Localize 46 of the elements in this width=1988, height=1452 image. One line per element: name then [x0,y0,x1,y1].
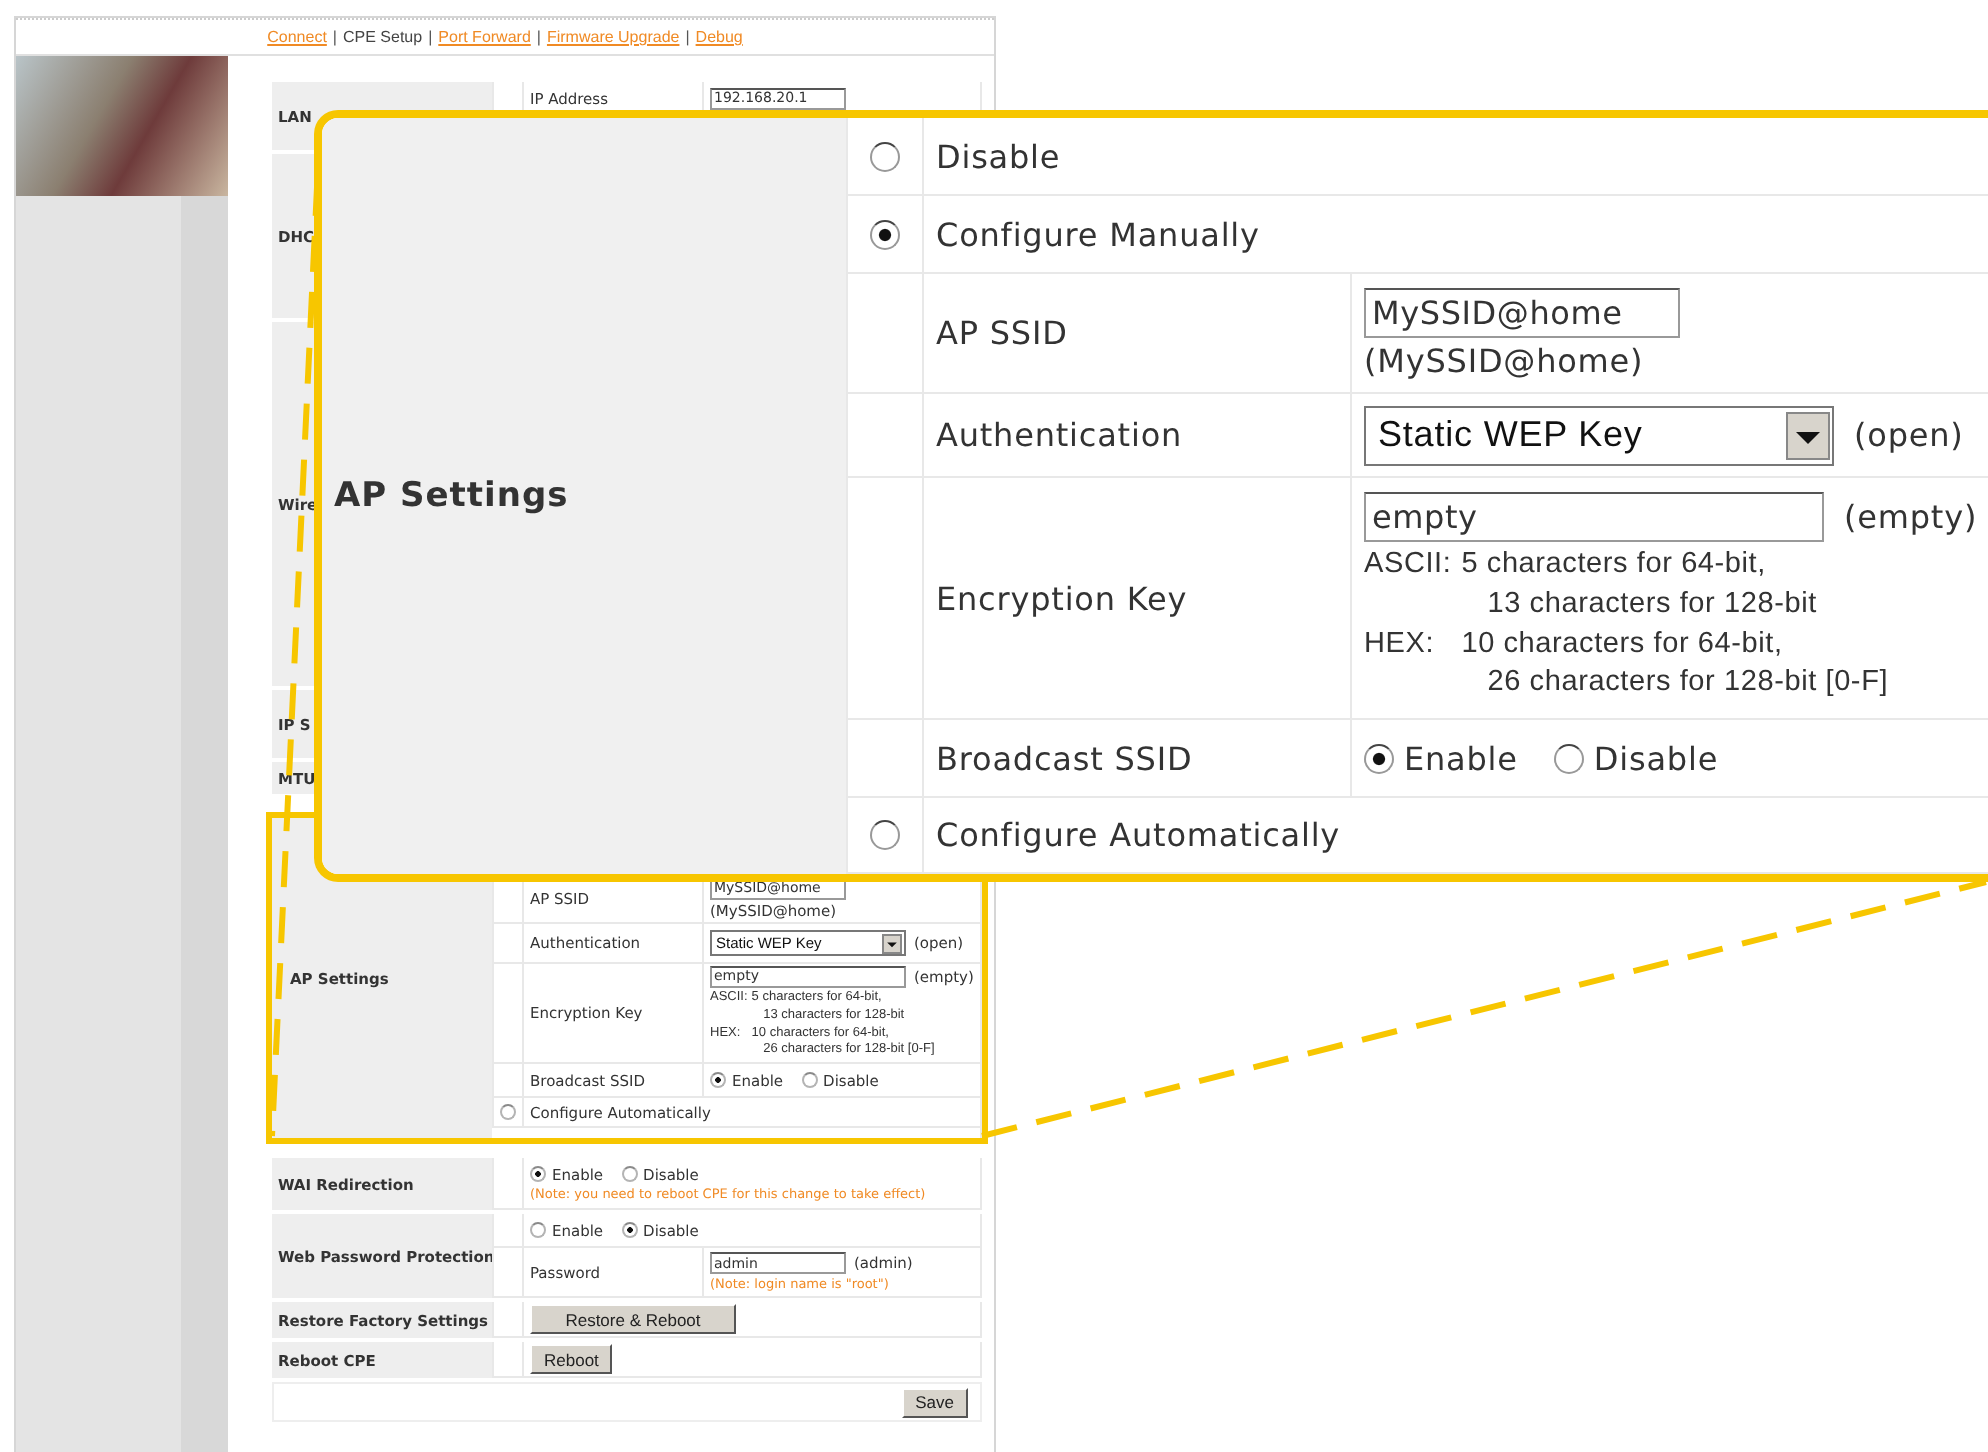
hint-text: 10 characters for 64-bit, [1461,625,1785,663]
reboot-button[interactable]: Reboot [530,1344,613,1374]
radio-icon[interactable] [530,1166,546,1182]
field-label: Encryption Key [936,579,1188,617]
restore-reboot-button[interactable]: Restore & Reboot [530,1304,736,1334]
radio-icon[interactable] [1553,743,1584,773]
field-label: AP SSID [936,314,1068,352]
nav-separator: | [332,28,337,46]
hint-prefix: HEX: [1364,625,1437,663]
radio-icon[interactable] [621,1166,638,1182]
radio-option[interactable]: Enable [1364,739,1518,777]
radio-label: Enable [1404,739,1518,777]
caret-icon [1786,411,1830,459]
radio-icon[interactable] [870,219,900,249]
nav-separator: | [536,28,541,46]
radio-label: Disable [936,137,1061,175]
authentication-select[interactable]: Static WEP Key [1364,405,1834,465]
radio-label: Configure Automatically [936,816,1341,854]
radio-icon[interactable] [870,141,900,171]
save-button[interactable]: Save [901,1387,968,1417]
hint-text: 13 characters for 128-bit [1485,585,1819,624]
section-label: AP Settings [334,476,569,516]
field-label: Authentication [936,416,1183,454]
radio-icon[interactable] [621,1222,638,1238]
radio-icon[interactable] [870,820,900,850]
default-value-text: (empty) [1844,498,1978,537]
caret-icon [882,933,902,953]
hint-prefix: ASCII: [1364,546,1452,585]
radio-label: Disable [1593,739,1719,777]
encryption-key-field[interactable]: empty [1364,492,1824,543]
nav-separator: | [428,28,433,46]
radio-icon[interactable] [500,1104,516,1120]
default-value-text: (open) [1854,416,1964,454]
radio-icon[interactable] [1364,743,1394,773]
radio-icon[interactable] [710,1072,726,1088]
radio-icon[interactable] [530,1222,546,1238]
nav-separator: | [685,28,690,46]
radio-option[interactable]: Disable [1553,739,1719,777]
hint-text: 5 characters for 64-bit, [1461,546,1768,585]
radio-label: Configure Manually [936,215,1260,253]
ssid-field[interactable]: MySSID@home [1364,287,1680,337]
hint-text: 26 characters for 128-bit [0-F] [1485,664,1889,703]
default-value-text: (MySSID@home) [1364,341,1644,379]
nav-link[interactable]: CPE Setup [343,28,423,46]
radio-icon[interactable] [801,1072,818,1088]
field-label: Broadcast SSID [936,739,1193,777]
